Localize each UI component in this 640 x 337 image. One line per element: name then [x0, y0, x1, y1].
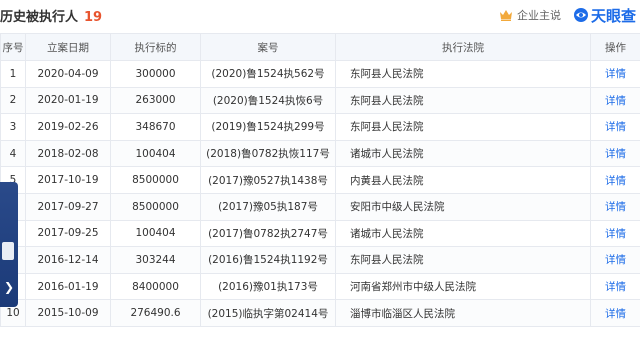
cell-date: 2020-01-19 [25, 86, 111, 115]
cell-date: 2020-04-09 [25, 60, 111, 88]
logo-text: 天眼查 [590, 6, 636, 25]
table-row: 5 2017-10-19 8500000 (2017)豫0527执1438号 内… [0, 166, 640, 194]
cell-date: 2017-10-19 [25, 166, 111, 194]
brand-area: 企业主说 天眼查 [499, 4, 640, 26]
crown-icon [499, 10, 512, 21]
cell-amount: 8500000 [110, 166, 201, 194]
cell-amount: 263000 [110, 86, 201, 115]
cell-court: 河南省郑州市中级人民法院 [335, 272, 591, 301]
table-row: 1 2020-04-09 300000 (2020)鲁1524执562号 东阿县… [0, 60, 640, 88]
cell-date: 2017-09-25 [25, 219, 111, 248]
cell-date: 2015-10-09 [25, 299, 111, 327]
col-header-amount: 执行标的 [110, 33, 201, 61]
section-title-text: 历史被执行人 [0, 10, 79, 25]
cell-index: 1 [0, 60, 26, 88]
table-header-row: 序号 立案日期 执行标的 案号 执行法院 操作 [0, 33, 640, 61]
side-ad-banner[interactable]: ❯ [0, 182, 18, 307]
table-row: 2 2020-01-19 263000 (2020)鲁1524执恢6号 东阿县人… [0, 86, 640, 115]
col-header-action: 操作 [590, 33, 640, 61]
detail-link[interactable]: 详情 [590, 113, 640, 141]
cell-court: 东阿县人民法院 [335, 60, 591, 88]
cell-date: 2019-02-26 [25, 113, 111, 141]
cell-court: 东阿县人民法院 [335, 113, 591, 141]
cell-case-number: (2017)鲁0782执2747号 [200, 219, 336, 248]
cell-case-number: (2020)鲁1524执562号 [200, 60, 336, 88]
table-row: 3 2019-02-26 348670 (2019)鲁1524执299号 东阿县… [0, 113, 640, 141]
cell-case-number: (2017)豫05执187号 [200, 192, 336, 221]
cell-court: 东阿县人民法院 [335, 86, 591, 115]
cell-case-number: (2016)鲁1524执1192号 [200, 246, 336, 274]
col-header-court: 执行法院 [335, 33, 591, 61]
cell-amount: 303244 [110, 246, 201, 274]
detail-link[interactable]: 详情 [590, 219, 640, 248]
logo-eye-icon [573, 8, 588, 22]
table-row: 8 2016-12-14 303244 (2016)鲁1524执1192号 东阿… [0, 246, 640, 274]
section-title: 历史被执行人 19 [0, 6, 102, 25]
cell-court: 安阳市中级人民法院 [335, 192, 591, 221]
cell-index: 3 [0, 113, 26, 141]
cell-court: 内黄县人民法院 [335, 166, 591, 194]
detail-link[interactable]: 详情 [590, 272, 640, 301]
cell-amount: 348670 [110, 113, 201, 141]
table-row: 7 2017-09-25 100404 (2017)鲁0782执2747号 诸城… [0, 219, 640, 248]
cell-case-number: (2019)鲁1524执299号 [200, 113, 336, 141]
col-header-index: 序号 [0, 33, 26, 61]
cell-case-number: (2017)豫0527执1438号 [200, 166, 336, 194]
cell-index: 2 [0, 86, 26, 115]
col-header-date: 立案日期 [25, 33, 111, 61]
detail-link[interactable]: 详情 [590, 86, 640, 115]
detail-link[interactable]: 详情 [590, 166, 640, 194]
table-row: 9 2016-01-19 8400000 (2016)豫01执173号 河南省郑… [0, 272, 640, 301]
cell-date: 2017-09-27 [25, 192, 111, 221]
cell-court: 东阿县人民法院 [335, 246, 591, 274]
cell-date: 2016-01-19 [25, 272, 111, 301]
table-row: 10 2015-10-09 276490.6 (2015)临执字第02414号 … [0, 299, 640, 327]
cell-amount: 100404 [110, 139, 201, 168]
cell-case-number: (2015)临执字第02414号 [200, 299, 336, 327]
detail-link[interactable]: 详情 [590, 192, 640, 221]
section-header: 历史被执行人 19 企业主说 天眼查 [0, 0, 640, 30]
detail-link[interactable]: 详情 [590, 139, 640, 168]
ad-image-strip [2, 242, 14, 260]
history-executed-table: 序号 立案日期 执行标的 案号 执行法院 操作 1 2020-04-09 300… [0, 33, 640, 327]
cell-court: 诸城市人民法院 [335, 139, 591, 168]
col-header-case: 案号 [200, 33, 336, 61]
detail-link[interactable]: 详情 [590, 60, 640, 88]
table-row: 4 2018-02-08 100404 (2018)鲁0782执恢117号 诸城… [0, 139, 640, 168]
cell-amount: 100404 [110, 219, 201, 248]
owner-statement-link[interactable]: 企业主说 [517, 7, 561, 23]
cell-amount: 8500000 [110, 192, 201, 221]
cell-case-number: (2016)豫01执173号 [200, 272, 336, 301]
cell-amount: 300000 [110, 60, 201, 88]
cell-court: 淄博市临淄区人民法院 [335, 299, 591, 327]
result-count: 19 [84, 10, 103, 25]
cell-date: 2016-12-14 [25, 246, 111, 274]
cell-case-number: (2020)鲁1524执恢6号 [200, 86, 336, 115]
tianyancha-logo[interactable]: 天眼查 [573, 5, 636, 26]
detail-link[interactable]: 详情 [590, 299, 640, 327]
cell-amount: 276490.6 [110, 299, 201, 327]
cell-amount: 8400000 [110, 272, 201, 301]
detail-link[interactable]: 详情 [590, 246, 640, 274]
table-row: 6 2017-09-27 8500000 (2017)豫05执187号 安阳市中… [0, 192, 640, 221]
chevron-right-icon[interactable]: ❯ [4, 280, 14, 294]
cell-date: 2018-02-08 [25, 139, 111, 168]
cell-case-number: (2018)鲁0782执恢117号 [200, 139, 336, 168]
cell-index: 4 [0, 139, 26, 168]
cell-court: 诸城市人民法院 [335, 219, 591, 248]
